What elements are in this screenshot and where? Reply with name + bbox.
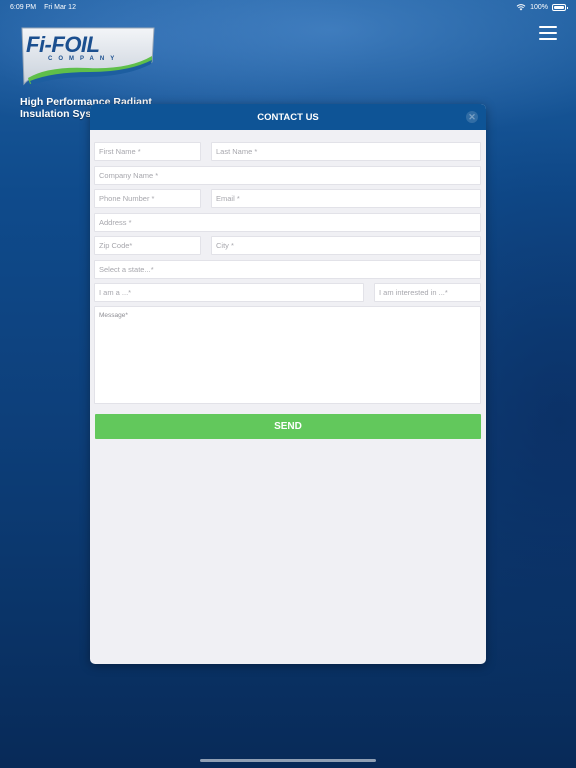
message-textarea[interactable]: Message* bbox=[94, 306, 481, 404]
modal-title: CONTACT US bbox=[257, 111, 319, 123]
company-name-input[interactable]: Company Name * bbox=[94, 166, 481, 185]
status-date: Fri Mar 12 bbox=[44, 3, 76, 11]
hamburger-menu-icon[interactable] bbox=[539, 26, 557, 40]
email-input[interactable]: Email * bbox=[211, 189, 481, 208]
address-input[interactable]: Address * bbox=[94, 213, 481, 232]
status-bar: 6:09 PM Fri Mar 12 100% bbox=[0, 0, 576, 14]
i-am-a-select[interactable]: I am a ...* bbox=[94, 283, 364, 302]
contact-form: First Name * Last Name * Company Name * … bbox=[90, 130, 486, 664]
wifi-icon bbox=[516, 4, 526, 11]
home-indicator[interactable] bbox=[200, 759, 376, 762]
city-input[interactable]: City * bbox=[211, 236, 481, 255]
status-time: 6:09 PM bbox=[10, 3, 37, 11]
phone-number-input[interactable]: Phone Number * bbox=[94, 189, 201, 208]
send-button[interactable]: SEND bbox=[95, 414, 481, 439]
close-icon[interactable]: ✕ bbox=[466, 111, 478, 123]
state-select[interactable]: Select a state...* bbox=[94, 260, 481, 279]
logo-text: Fi-FOIL bbox=[26, 32, 100, 57]
battery-icon bbox=[552, 3, 568, 11]
contact-modal: CONTACT US ✕ First Name * Last Name * Co… bbox=[90, 104, 486, 664]
last-name-input[interactable]: Last Name * bbox=[211, 142, 481, 161]
company-logo[interactable]: Fi-FOIL COMPANY bbox=[18, 26, 158, 86]
modal-header: CONTACT US ✕ bbox=[90, 104, 486, 130]
first-name-input[interactable]: First Name * bbox=[94, 142, 201, 161]
interested-in-select[interactable]: I am interested in ...* bbox=[374, 283, 481, 302]
logo-subtext: COMPANY bbox=[48, 56, 121, 62]
zip-code-input[interactable]: Zip Code* bbox=[94, 236, 201, 255]
battery-percent: 100% bbox=[530, 3, 548, 11]
